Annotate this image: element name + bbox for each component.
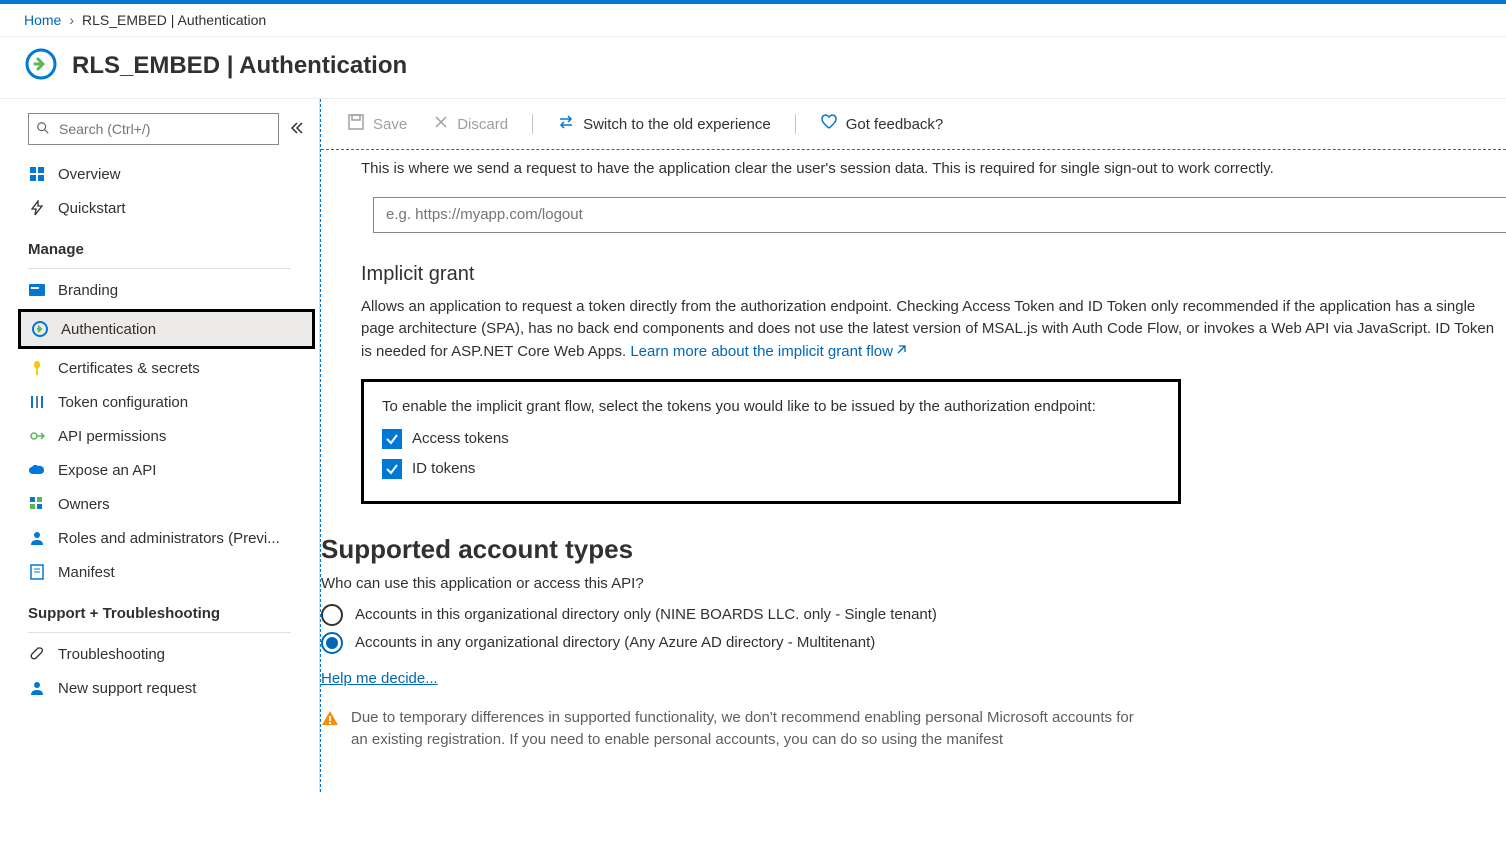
divider bbox=[28, 268, 291, 269]
sidebar-item-roles[interactable]: Roles and administrators (Previ... bbox=[0, 521, 319, 555]
breadcrumb-current: RLS_EMBED | Authentication bbox=[82, 12, 266, 28]
sidebar-item-expose-api[interactable]: Expose an API bbox=[0, 453, 319, 487]
checkbox-access-tokens[interactable]: Access tokens bbox=[382, 429, 1160, 449]
discard-button[interactable]: Discard bbox=[423, 110, 518, 138]
discard-label: Discard bbox=[457, 116, 508, 133]
sidebar-item-label: Authentication bbox=[61, 321, 156, 338]
radio-selected-icon bbox=[321, 632, 343, 654]
sidebar-item-certificates[interactable]: Certificates & secrets bbox=[0, 351, 319, 385]
swap-icon bbox=[557, 113, 575, 135]
logout-url-input[interactable] bbox=[373, 197, 1506, 233]
switch-experience-button[interactable]: Switch to the old experience bbox=[547, 109, 781, 139]
support-person-icon bbox=[28, 679, 46, 697]
sidebar-auth-highlight: Authentication bbox=[18, 309, 315, 349]
toolbar: Save Discard Switch to the old experienc… bbox=[321, 99, 1506, 150]
save-button[interactable]: Save bbox=[337, 109, 417, 139]
sidebar-item-label: Manifest bbox=[58, 564, 115, 581]
warning-text: Due to temporary differences in supporte… bbox=[351, 707, 1141, 752]
sidebar-item-label: Troubleshooting bbox=[58, 646, 165, 663]
sidebar-item-label: Certificates & secrets bbox=[58, 360, 200, 377]
sidebar-item-label: Quickstart bbox=[58, 200, 126, 217]
sidebar-item-label: Owners bbox=[58, 496, 110, 513]
radio-unselected-icon bbox=[321, 604, 343, 626]
checkbox-label: ID tokens bbox=[412, 460, 475, 477]
owners-icon bbox=[28, 495, 46, 513]
radio-label: Accounts in any organizational directory… bbox=[355, 634, 875, 651]
manifest-icon bbox=[28, 563, 46, 581]
sidebar-item-overview[interactable]: Overview bbox=[0, 157, 319, 191]
breadcrumb-home[interactable]: Home bbox=[24, 12, 61, 28]
sidebar-item-label: Expose an API bbox=[58, 462, 156, 479]
api-perm-icon bbox=[28, 427, 46, 445]
sidebar-item-new-support[interactable]: New support request bbox=[0, 671, 319, 705]
sidebar-item-label: Token configuration bbox=[58, 394, 188, 411]
sidebar-item-manifest[interactable]: Manifest bbox=[0, 555, 319, 589]
page-header: RLS_EMBED | Authentication bbox=[0, 37, 1506, 99]
cloud-icon bbox=[28, 461, 46, 479]
sidebar-item-owners[interactable]: Owners bbox=[0, 487, 319, 521]
implicit-grant-description: Allows an application to request a token… bbox=[361, 296, 1506, 364]
external-link-icon bbox=[895, 341, 907, 364]
lightning-icon bbox=[28, 199, 46, 217]
chevron-right-icon: › bbox=[69, 12, 74, 28]
warning-note: Due to temporary differences in supporte… bbox=[321, 707, 1141, 752]
auth-icon bbox=[31, 320, 49, 338]
implicit-grant-heading: Implicit grant bbox=[361, 263, 1506, 286]
sidebar-search[interactable] bbox=[28, 113, 279, 145]
sidebar-item-branding[interactable]: Branding bbox=[0, 273, 319, 307]
save-icon bbox=[347, 113, 365, 135]
person-icon bbox=[28, 529, 46, 547]
checkbox-checked-icon bbox=[382, 429, 402, 449]
page-title: RLS_EMBED | Authentication bbox=[72, 52, 407, 80]
collapse-sidebar-icon[interactable] bbox=[289, 120, 305, 139]
sidebar-item-quickstart[interactable]: Quickstart bbox=[0, 191, 319, 225]
sidebar-item-label: API permissions bbox=[58, 428, 166, 445]
toolbar-separator bbox=[795, 114, 796, 134]
sidebar: Overview Quickstart Manage Branding Auth… bbox=[0, 99, 320, 792]
feedback-label: Got feedback? bbox=[846, 116, 944, 133]
sidebar-item-label: Roles and administrators (Previ... bbox=[58, 530, 280, 547]
key-icon bbox=[28, 359, 46, 377]
toolbar-separator bbox=[532, 114, 533, 134]
checkbox-checked-icon bbox=[382, 459, 402, 479]
help-me-decide-link[interactable]: Help me decide... bbox=[321, 670, 1506, 687]
sidebar-section-support: Support + Troubleshooting bbox=[0, 589, 319, 628]
sidebar-item-troubleshooting[interactable]: Troubleshooting bbox=[0, 637, 319, 671]
divider bbox=[28, 632, 291, 633]
search-input[interactable] bbox=[28, 113, 279, 145]
save-label: Save bbox=[373, 116, 407, 133]
supported-account-types-heading: Supported account types bbox=[321, 534, 1506, 565]
warning-icon bbox=[321, 709, 339, 752]
breadcrumb: Home › RLS_EMBED | Authentication bbox=[0, 4, 1506, 37]
logout-description: This is where we send a request to have … bbox=[361, 158, 1506, 181]
implicit-enable-text: To enable the implicit grant flow, selec… bbox=[382, 396, 1160, 419]
wrench-icon bbox=[28, 645, 46, 663]
checkbox-label: Access tokens bbox=[412, 430, 509, 447]
close-icon bbox=[433, 114, 449, 134]
sidebar-item-authentication[interactable]: Authentication bbox=[21, 312, 312, 346]
sidebar-item-token-config[interactable]: Token configuration bbox=[0, 385, 319, 419]
sidebar-item-api-permissions[interactable]: API permissions bbox=[0, 419, 319, 453]
supported-question: Who can use this application or access t… bbox=[321, 575, 1506, 592]
sidebar-item-label: New support request bbox=[58, 680, 196, 697]
app-icon bbox=[24, 47, 58, 84]
overview-icon bbox=[28, 165, 46, 183]
implicit-grant-learn-more-link[interactable]: Learn more about the implicit grant flow bbox=[630, 343, 907, 360]
radio-multitenant[interactable]: Accounts in any organizational directory… bbox=[321, 632, 1506, 654]
radio-single-tenant[interactable]: Accounts in this organizational director… bbox=[321, 604, 1506, 626]
sidebar-item-label: Overview bbox=[58, 166, 121, 183]
heart-icon bbox=[820, 113, 838, 135]
sidebar-item-label: Branding bbox=[58, 282, 118, 299]
checkbox-id-tokens[interactable]: ID tokens bbox=[382, 459, 1160, 479]
switch-label: Switch to the old experience bbox=[583, 116, 771, 133]
token-icon bbox=[28, 393, 46, 411]
search-icon bbox=[36, 121, 50, 138]
branding-icon bbox=[28, 281, 46, 299]
implicit-grant-token-box: To enable the implicit grant flow, selec… bbox=[361, 379, 1181, 504]
feedback-button[interactable]: Got feedback? bbox=[810, 109, 954, 139]
sidebar-section-manage: Manage bbox=[0, 225, 319, 264]
main-content: Save Discard Switch to the old experienc… bbox=[320, 99, 1506, 792]
radio-label: Accounts in this organizational director… bbox=[355, 606, 937, 623]
